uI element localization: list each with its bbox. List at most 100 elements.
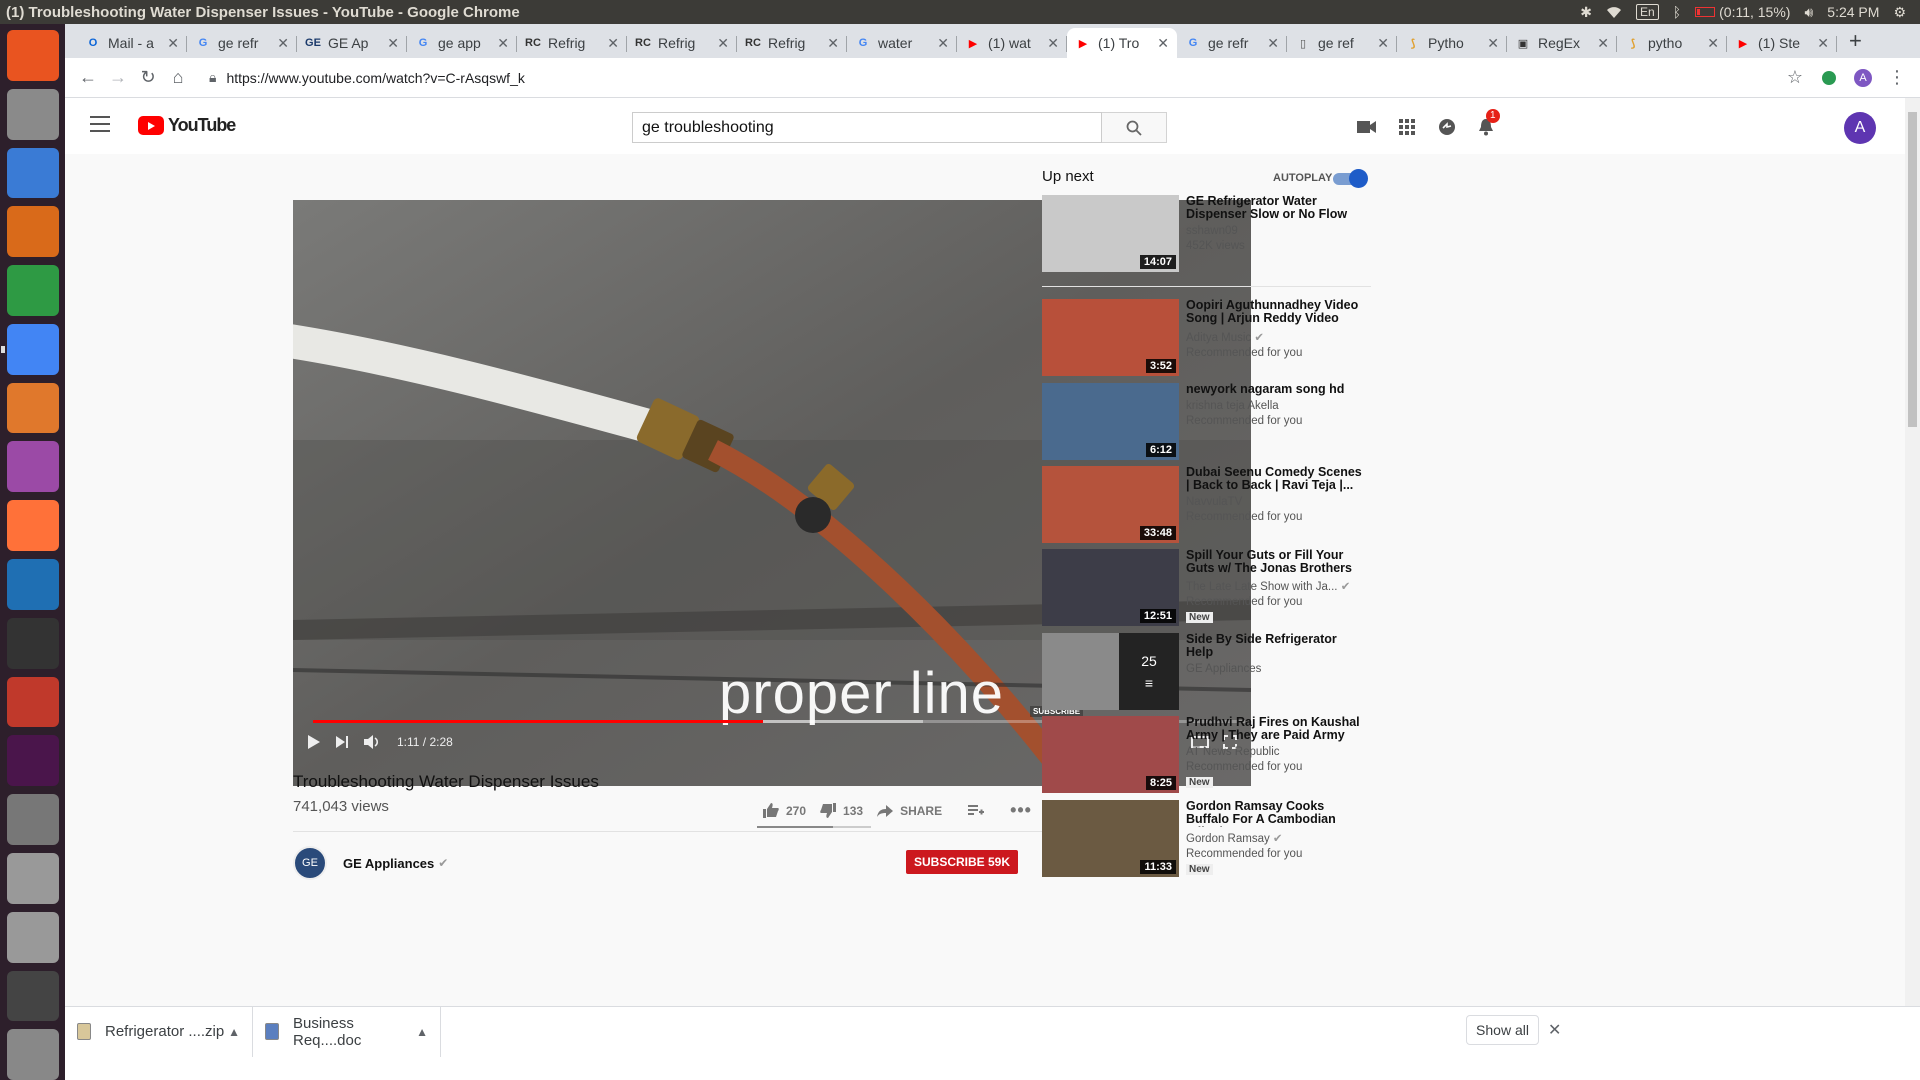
messages-icon[interactable] [1435,115,1459,139]
next-button[interactable] [335,735,349,749]
chrome-icon[interactable] [0,323,59,375]
tab-11[interactable]: ▯ ge ref ✕ [1287,28,1397,58]
account-avatar[interactable]: A [1844,112,1876,144]
tab-10[interactable]: Gge refr ✕ [1177,28,1287,58]
tab-close-icon[interactable]: ✕ [1267,35,1279,52]
download-item[interactable]: Refrigerator ....zip ▲ [65,1006,253,1057]
tab-close-icon[interactable]: ✕ [1597,35,1609,52]
back-button[interactable]: ← [73,63,103,93]
channel-name[interactable]: krishna teja Akella [1186,400,1366,412]
extension-icon[interactable] [1814,63,1844,93]
like-button[interactable]: 270 [763,803,806,818]
clock[interactable]: 5:24 PM [1827,4,1879,20]
volume-button[interactable] [363,734,381,750]
recommended-video[interactable]: 11:33 Gordon Ramsay Cooks Buffalo For A C… [1042,800,1372,880]
autoplay-toggle[interactable] [1333,169,1368,188]
tab-7[interactable]: Gwater ✕ [847,28,957,58]
video-thumbnail[interactable]: 6:12 [1042,383,1179,460]
tab-15[interactable]: ▶ (1) Ste ✕ [1727,28,1837,58]
recommended-video[interactable]: 3:52 Oopiri Aguthunnadhey Video Song | Ar… [1042,299,1372,379]
tab-close-icon[interactable]: ✕ [387,35,399,52]
menu-kebab-icon[interactable]: ⋮ [1882,63,1912,93]
apps-grid-icon[interactable] [1395,115,1419,139]
video-thumbnail[interactable]: 14:07 [1042,195,1179,272]
video-thumbnail[interactable]: 25 ≡ [1042,633,1179,710]
drive-icon[interactable] [6,911,59,963]
subscribe-button[interactable]: SUBSCRIBE 59K [906,850,1018,874]
vscode-icon[interactable] [6,559,59,610]
tab-close-icon[interactable]: ✕ [1707,35,1719,52]
software-center-icon[interactable] [6,382,59,434]
video-title[interactable]: GE Refrigerator Water Dispenser Slow or … [1186,195,1366,221]
tab-6[interactable]: RC Refrig ✕ [737,28,847,58]
video-thumbnail[interactable]: 33:48 [1042,466,1179,543]
channel-name[interactable]: AT News Republic [1186,746,1366,758]
scrollbar-thumb[interactable] [1908,112,1917,427]
tab-close-icon[interactable]: ✕ [277,35,289,52]
recommended-video[interactable]: 6:12 newyork nagaram song hd krishna teja … [1042,383,1372,463]
tab-9[interactable]: ▶ (1) Tro ✕ [1067,28,1177,58]
forward-button[interactable]: → [103,63,133,93]
close-download-bar-icon[interactable]: ✕ [1548,1020,1561,1040]
video-thumbnail[interactable]: 12:51 [1042,549,1179,626]
share-button[interactable]: SHARE [877,804,942,818]
recommended-video[interactable]: 25 ≡ Side By Side Refrigerator Help GE Appl… [1042,633,1372,713]
slack-icon[interactable] [6,735,59,787]
recommended-video[interactable]: 8:25 Prudhvi Raj Fires on Kaushal Army | … [1042,716,1372,796]
network-icon[interactable] [6,676,59,728]
video-title[interactable]: Oopiri Aguthunnadhey Video Song | Arjun … [1186,299,1366,326]
battery-indicator[interactable]: (0:11, 15%) [1695,4,1790,20]
terminal-icon[interactable] [6,617,59,669]
tab-close-icon[interactable]: ✕ [607,35,619,52]
video-title[interactable]: Side By Side Refrigerator Help [1186,633,1366,659]
writer-icon[interactable] [6,147,59,199]
tab-3[interactable]: Gge app ✕ [407,28,517,58]
recommended-video[interactable]: 14:07 GE Refrigerator Water Dispenser Slo… [1042,195,1372,275]
chevron-up-icon[interactable]: ▲ [228,1025,240,1039]
recommended-video[interactable]: 33:48 Dubai Seenu Comedy Scenes | Back to… [1042,466,1372,546]
bookmark-star-icon[interactable]: ☆ [1780,63,1810,93]
channel-name[interactable]: Gordon Ramsay ✔ [1186,831,1366,845]
ubuntu-dash-icon[interactable] [6,30,59,81]
camera-icon[interactable] [6,794,59,845]
tab-close-icon[interactable]: ✕ [1487,35,1499,52]
settings-gear-icon[interactable]: ⚙ [1893,4,1906,21]
search-button[interactable] [1102,112,1167,143]
tab-8[interactable]: ▶ (1) wat ✕ [957,28,1067,58]
show-all-downloads-button[interactable]: Show all [1466,1015,1539,1045]
add-to-playlist-icon[interactable] [968,804,985,817]
tab-close-icon[interactable]: ✕ [497,35,509,52]
play-button[interactable] [307,734,321,750]
hamburger-menu-icon[interactable] [90,116,110,132]
chevron-up-icon[interactable]: ▲ [416,1025,428,1039]
tab-4[interactable]: RC Refrig ✕ [517,28,627,58]
tab-close-icon[interactable]: ✕ [717,35,729,52]
tab-close-icon[interactable]: ✕ [1047,35,1059,52]
video-title[interactable]: Prudhvi Raj Fires on Kaushal Army | They… [1186,716,1366,742]
tab-13[interactable]: ▣ RegEx ✕ [1507,28,1617,58]
channel-name[interactable]: Aditya Music ✔ [1186,330,1366,344]
drive-icon[interactable] [6,852,59,904]
app-icon[interactable] [6,441,59,493]
new-tab-button[interactable]: + [1837,28,1874,58]
upload-video-icon[interactable] [1355,115,1379,139]
recommended-video[interactable]: 12:51 Spill Your Guts or Fill Your Guts w… [1042,549,1372,629]
impress-icon[interactable] [6,206,59,258]
channel-logo[interactable]: GE [293,846,327,880]
accessibility-icon[interactable]: ✱ [1580,4,1592,21]
video-thumbnail[interactable]: 3:52 [1042,299,1179,376]
page-scrollbar[interactable] [1905,98,1920,1030]
tab-close-icon[interactable]: ✕ [827,35,839,52]
video-title[interactable]: Gordon Ramsay Cooks Buffalo For A Cambod… [1186,800,1366,827]
tab-close-icon[interactable]: ✕ [937,35,949,52]
tab-close-icon[interactable]: ✕ [1377,35,1389,52]
tab-12[interactable]: ⟆ Pytho ✕ [1397,28,1507,58]
download-item[interactable]: Business Req....doc ▲ [253,1006,441,1057]
channel-name[interactable]: GE Appliances ✔ [343,856,448,871]
video-thumbnail[interactable]: 8:25 [1042,716,1179,793]
phone-icon[interactable] [6,970,59,1022]
calc-icon[interactable] [6,265,59,316]
firefox-icon[interactable] [6,500,59,552]
youtube-logo[interactable]: YouTube [138,115,236,136]
channel-name[interactable]: NavvulaTV [1186,496,1366,508]
